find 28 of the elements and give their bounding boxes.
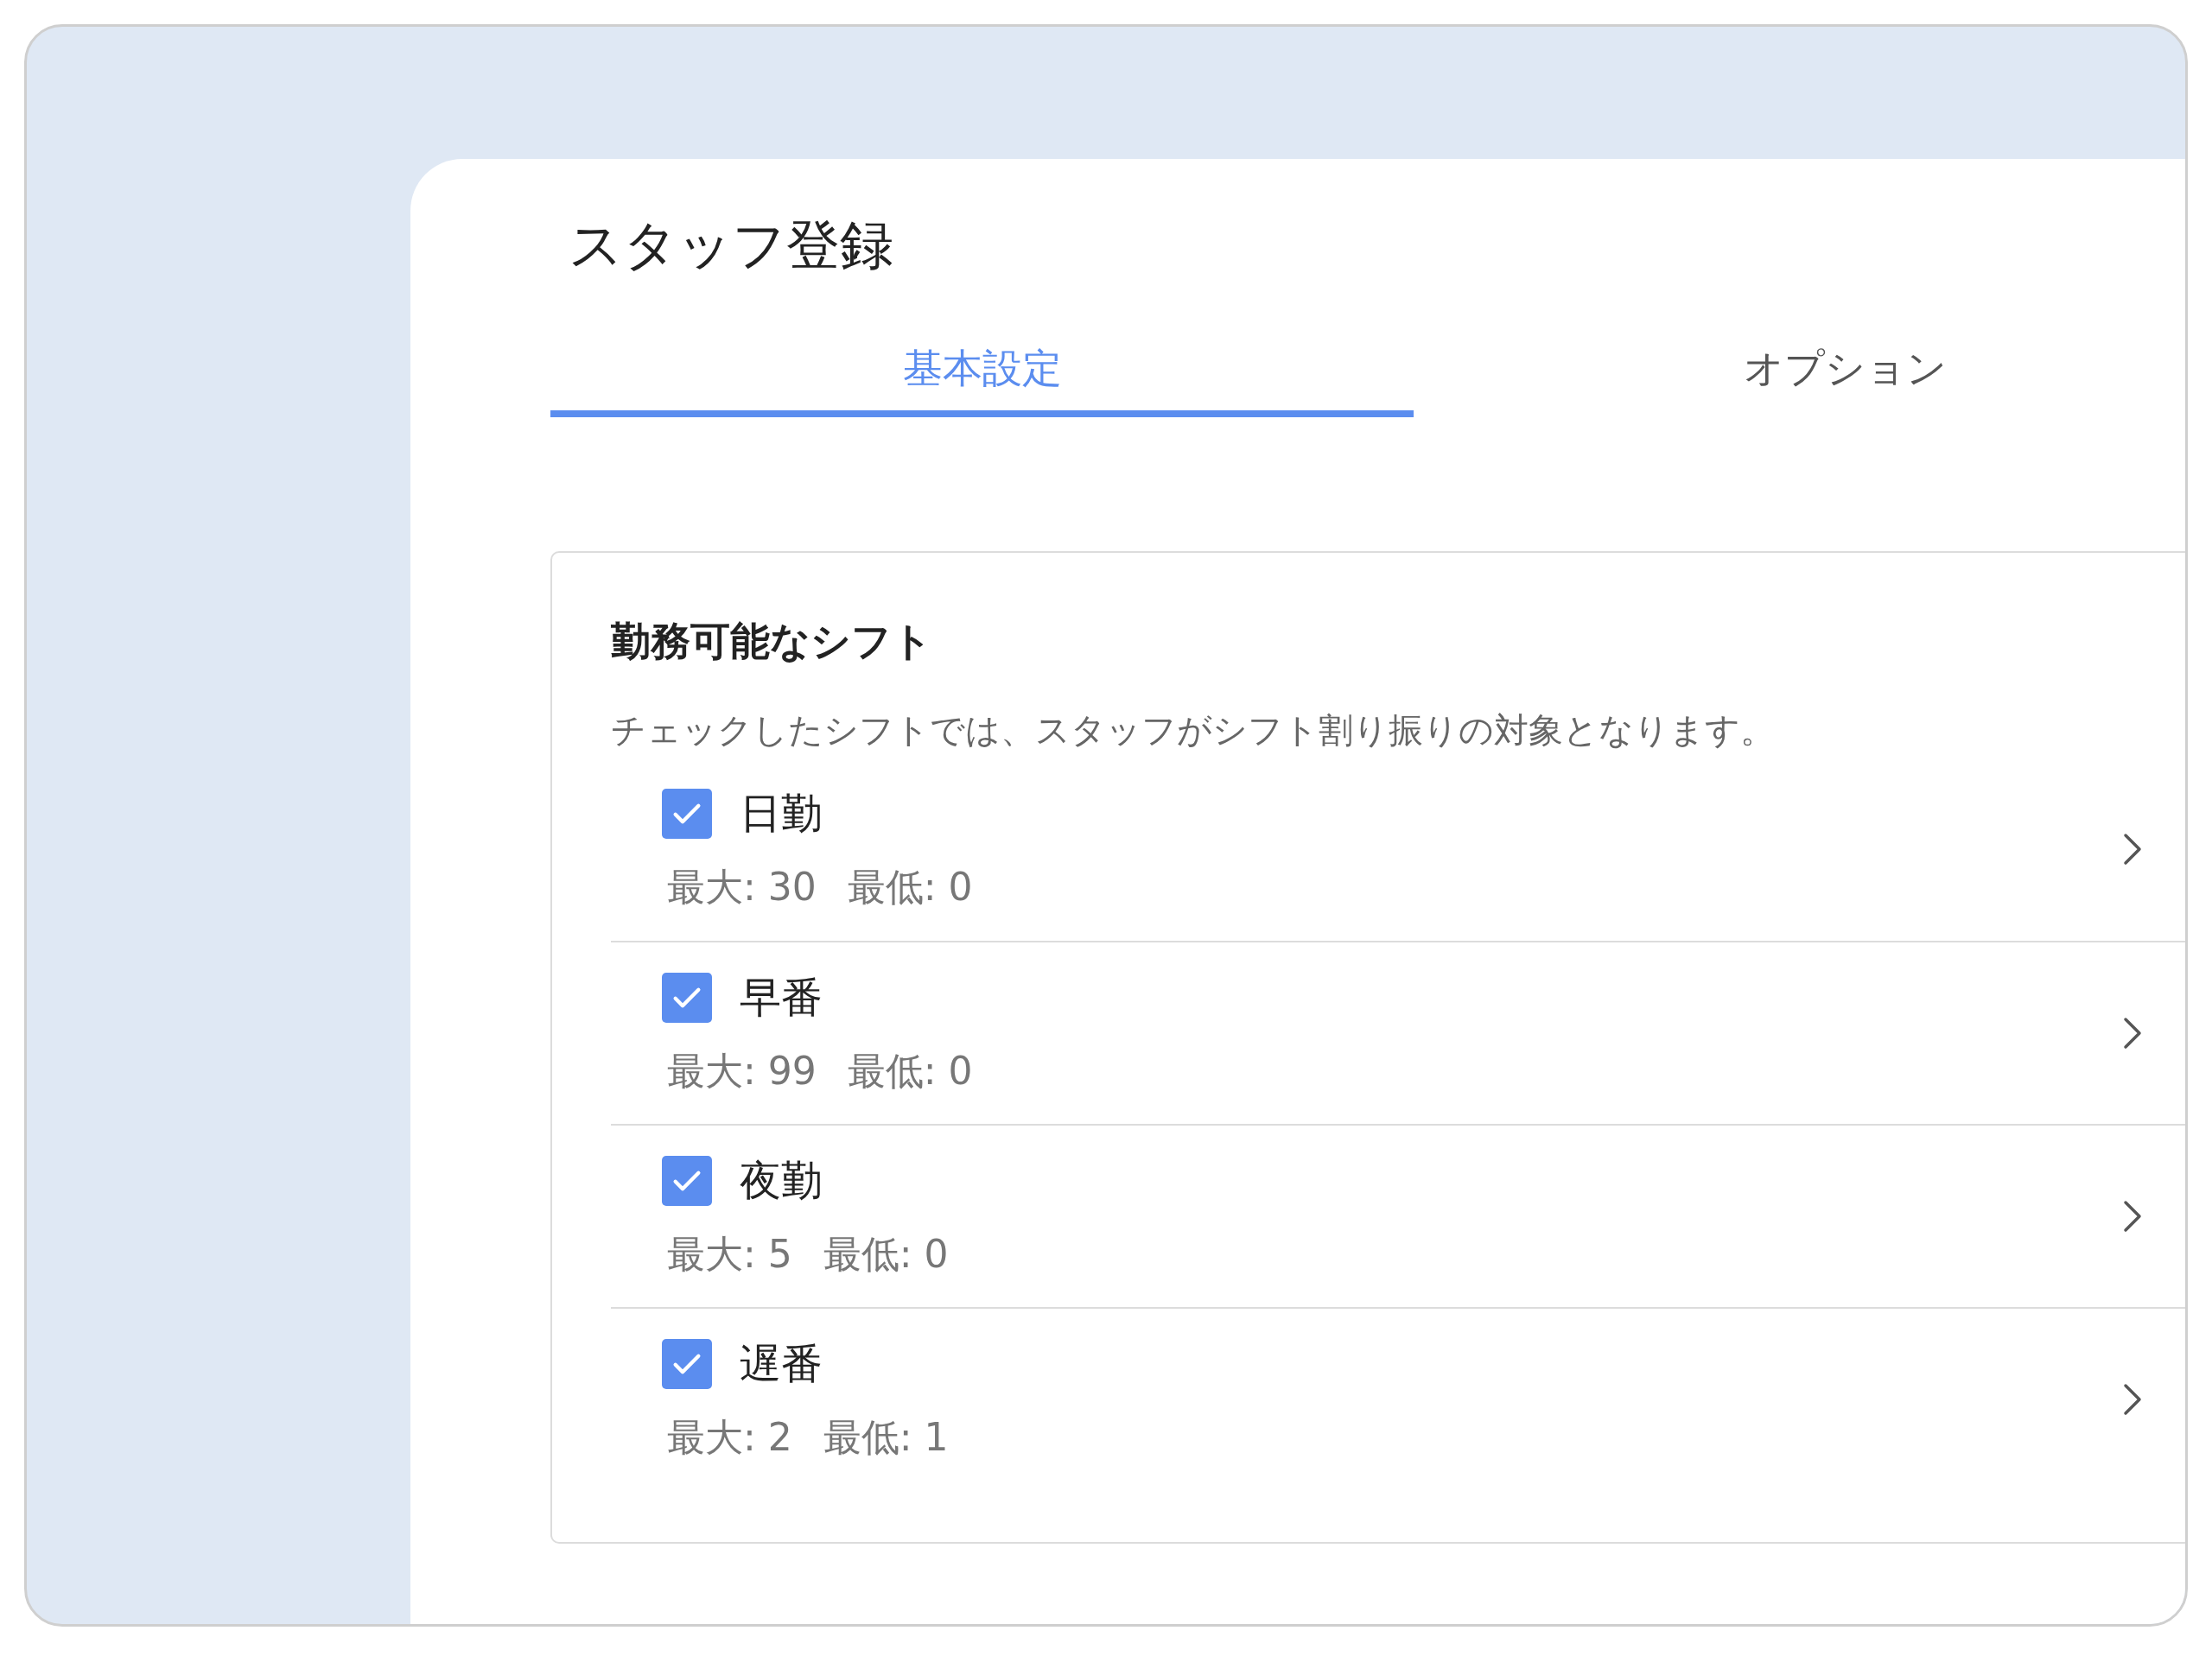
section-description: チェックしたシフトでは、スタッフがシフト割り振りの対象となります。	[611, 709, 1776, 752]
min-count: 最低: 1	[823, 1413, 949, 1461]
shift-row[interactable]: 遅番 最大: 2 最低: 1	[611, 1307, 2185, 1490]
checkbox[interactable]	[662, 972, 712, 1023]
max-count: 最大: 5	[667, 1230, 792, 1278]
min-count: 最低: 0	[847, 863, 973, 910]
shift-row[interactable]: 日勤 最大: 30 最低: 0	[611, 758, 2185, 941]
section-heading: 勤務可能なシフト	[611, 617, 933, 666]
max-count: 最大: 30	[667, 863, 817, 910]
checkbox[interactable]	[662, 1155, 712, 1206]
chevron-right-icon	[2122, 1382, 2143, 1417]
shift-name: 早番	[740, 971, 823, 1023]
chevron-right-icon	[2122, 1016, 2143, 1050]
min-count: 最低: 0	[823, 1230, 949, 1278]
page-title: スタッフ登録	[569, 213, 894, 278]
shift-row[interactable]: 夜勤 最大: 5 最低: 0	[611, 1124, 2185, 1307]
min-count: 最低: 0	[847, 1047, 973, 1094]
chevron-right-icon	[2122, 1199, 2143, 1234]
shift-row[interactable]: 早番 最大: 99 最低: 0	[611, 941, 2185, 1124]
checkbox[interactable]	[662, 788, 712, 839]
shift-name: 夜勤	[740, 1154, 823, 1206]
chevron-right-icon	[2122, 832, 2143, 866]
shift-name: 日勤	[740, 787, 823, 839]
shift-name: 遅番	[740, 1337, 823, 1389]
checkbox[interactable]	[662, 1338, 712, 1389]
max-count: 最大: 2	[667, 1413, 792, 1461]
max-count: 最大: 99	[667, 1047, 817, 1094]
tab[interactable]: オプション	[1414, 327, 2185, 417]
